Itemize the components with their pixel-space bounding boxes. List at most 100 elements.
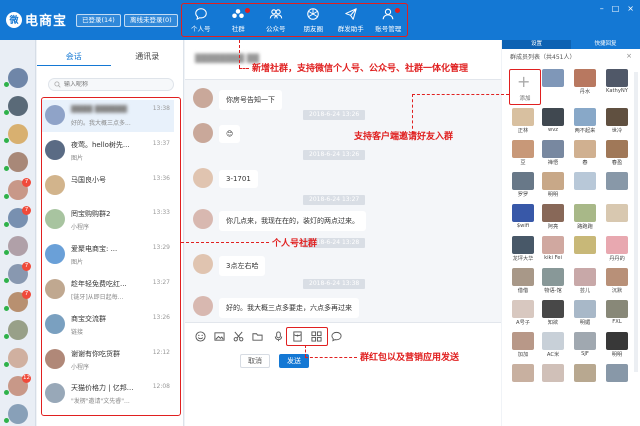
member-item[interactable]: 加加: [510, 332, 536, 360]
offline-button[interactable]: 离线未登录(0): [124, 14, 178, 27]
minimize-icon[interactable]: –: [600, 4, 604, 13]
nav-account-manage[interactable]: 账号管理: [370, 4, 408, 36]
member-item[interactable]: KathyNY: [604, 69, 630, 97]
image-icon[interactable]: [214, 331, 225, 342]
session-item[interactable]: 谢谢有你吃货群 小程序 12:12: [42, 344, 174, 376]
folder-icon[interactable]: [252, 331, 263, 342]
member-item[interactable]: 丹丹的: [604, 236, 630, 264]
member-item[interactable]: 借借: [510, 268, 536, 296]
smiley-icon[interactable]: [195, 331, 206, 342]
nav-personal[interactable]: 个人号: [182, 4, 220, 36]
member-item[interactable]: [540, 69, 566, 97]
member-item[interactable]: 芸儿: [572, 268, 598, 296]
add-label: 添加: [519, 96, 531, 102]
account-avatar[interactable]: [8, 348, 28, 368]
close-icon[interactable]: ×: [627, 4, 634, 13]
microphone-icon[interactable]: [273, 331, 284, 342]
nav-official-account[interactable]: 公众号: [257, 4, 295, 36]
member-item[interactable]: 沉默: [604, 268, 630, 296]
account-avatar[interactable]: [8, 68, 28, 88]
window-controls: – □ ×: [600, 4, 634, 13]
account-avatar[interactable]: [8, 320, 28, 340]
member-item[interactable]: 丹水: [572, 69, 598, 97]
close-icon[interactable]: ×: [626, 52, 632, 60]
search-input[interactable]: [64, 81, 164, 88]
member-item[interactable]: [572, 172, 598, 200]
session-item[interactable]: 罔宝购购群2 小程序 13:33: [42, 204, 174, 236]
account-avatar[interactable]: [8, 404, 28, 424]
nav-community[interactable]: 社群: [220, 4, 258, 36]
session-item[interactable]: 夜莺。hello树先... 图片 13:37: [42, 135, 174, 167]
member-item[interactable]: [572, 236, 598, 264]
member-item[interactable]: 明媚: [572, 300, 598, 328]
session-item[interactable]: 爱聚电商宝: ... 图片 13:29: [42, 239, 174, 271]
member-item[interactable]: kiki Fei: [540, 236, 566, 264]
member-item[interactable]: [604, 364, 630, 392]
account-avatar[interactable]: [8, 236, 28, 256]
member-item[interactable]: 物语-馆: [540, 268, 566, 296]
member-item[interactable]: 两不起来: [572, 108, 598, 136]
add-member-button[interactable]: + 添加: [509, 69, 541, 105]
member-item[interactable]: FXL: [604, 300, 630, 328]
member-item[interactable]: 世冷: [604, 108, 630, 136]
scrollbar[interactable]: [634, 72, 638, 372]
member-item[interactable]: [540, 364, 566, 392]
app-grid-icon[interactable]: [311, 331, 322, 342]
member-item[interactable]: wvz: [540, 108, 566, 136]
cancel-button[interactable]: 取消: [240, 354, 270, 368]
session-item[interactable]: 趁年轻免费吃红... [链牙]从即日起每... 13:27: [42, 274, 174, 306]
scissors-icon[interactable]: [233, 331, 244, 342]
member-item[interactable]: 禅悟: [540, 140, 566, 168]
member-item[interactable]: [604, 204, 630, 232]
sender-avatar[interactable]: [193, 123, 213, 143]
avatar: [574, 236, 596, 254]
session-item[interactable]: 马国良小号 13:36: [42, 170, 174, 202]
member-item[interactable]: 正林: [510, 108, 536, 136]
chat-icon[interactable]: [331, 331, 342, 342]
account-avatar[interactable]: [8, 152, 28, 172]
member-item[interactable]: 阿亮: [540, 204, 566, 232]
member-item[interactable]: AC米: [540, 332, 566, 360]
tab-conversations[interactable]: 会话: [37, 48, 111, 66]
tab-settings[interactable]: 设置: [502, 40, 571, 49]
member-item[interactable]: 知欲: [540, 300, 566, 328]
member-item[interactable]: 龙坪大华: [510, 236, 536, 264]
sender-avatar[interactable]: [193, 209, 213, 229]
member-item[interactable]: $wifi: [510, 204, 536, 232]
sender-avatar[interactable]: [193, 296, 213, 316]
right-tabs: 设置 快捷回复: [502, 40, 640, 49]
member-item[interactable]: 豆: [510, 140, 536, 168]
member-item[interactable]: 春盈: [604, 140, 630, 168]
member-item[interactable]: 明明: [540, 172, 566, 200]
member-item[interactable]: [572, 364, 598, 392]
account-avatar[interactable]: [8, 96, 28, 116]
sender-avatar[interactable]: [193, 254, 213, 274]
member-item[interactable]: SJF: [572, 332, 598, 360]
message-bubble: 你几点来，我现在在的，装灯的两点过来。: [219, 211, 366, 231]
session-item[interactable]: 商宝交流群 链接 13:26: [42, 309, 174, 341]
session-item[interactable]: ████ ██████ 好的。我大概三点多... 13:38: [42, 100, 174, 132]
tab-contacts[interactable]: 通讯录: [111, 48, 185, 66]
maximize-icon[interactable]: □: [612, 4, 620, 13]
logged-in-button[interactable]: 已登录(14): [76, 14, 121, 27]
sender-avatar[interactable]: [193, 168, 213, 188]
member-item[interactable]: [510, 364, 536, 392]
tab-quick-reply[interactable]: 快捷回复: [571, 40, 640, 49]
session-item[interactable]: 天猫价格力 | 亿邦... "发楞"邀请"文先睿"... 12:08: [42, 378, 174, 410]
member-item[interactable]: 明明: [604, 332, 630, 360]
online-indicator: [4, 166, 9, 171]
member-item[interactable]: 路跑跑: [572, 204, 598, 232]
member-item[interactable]: A号子: [510, 300, 536, 328]
member-item[interactable]: 罗罗: [510, 172, 536, 200]
avatar: [606, 300, 628, 318]
member-item[interactable]: [604, 172, 630, 200]
sender-avatar[interactable]: [193, 88, 213, 108]
nav-label: 账号管理: [375, 25, 402, 33]
red-packet-icon[interactable]: [292, 331, 303, 342]
account-avatar[interactable]: [8, 124, 28, 144]
member-item[interactable]: 春: [572, 140, 598, 168]
nav-moments[interactable]: 朋友圈: [295, 4, 333, 36]
online-indicator: [4, 194, 9, 199]
session-time: 13:33: [152, 209, 170, 217]
nav-broadcast[interactable]: 群发助手: [332, 4, 370, 36]
